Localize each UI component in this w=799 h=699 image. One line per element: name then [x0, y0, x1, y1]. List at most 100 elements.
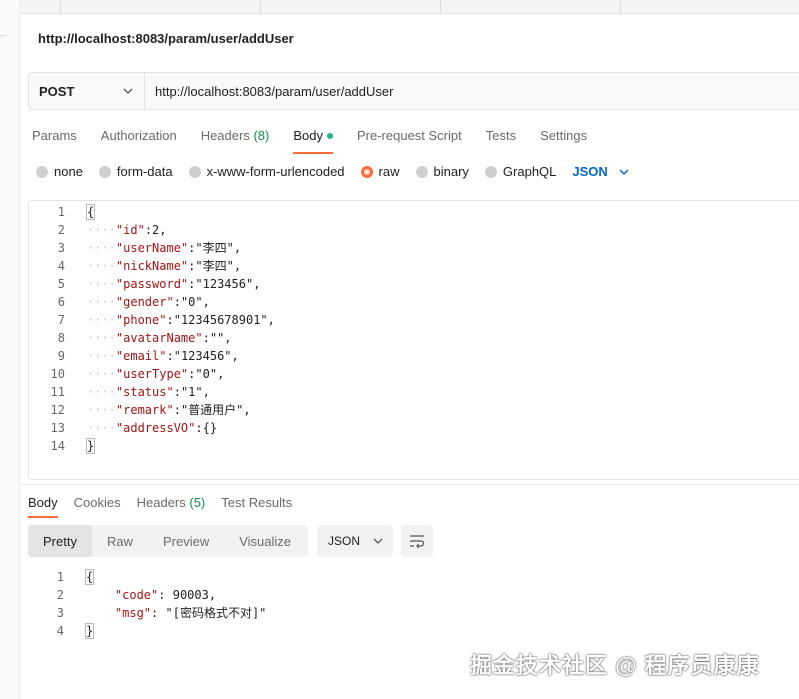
radio-raw[interactable]: raw: [360, 164, 400, 179]
sidebar-gutter: ∙∙: [0, 0, 20, 699]
radio-form-data[interactable]: form-data: [98, 164, 173, 179]
view-preview[interactable]: Preview: [148, 525, 224, 557]
radio-label: none: [54, 164, 83, 179]
radio-icon: [36, 165, 48, 178]
more-icon[interactable]: ∙∙: [0, 30, 7, 40]
radio-icon: [98, 165, 111, 178]
chevron-down-icon: [123, 88, 133, 94]
line-number: 5: [57, 277, 65, 291]
code-text: }: [85, 438, 96, 454]
tab-authorization[interactable]: Authorization: [101, 128, 177, 154]
url-bar: POST http://localhost:8083/param/user/ad…: [28, 72, 799, 110]
line-number: 10: [50, 367, 65, 381]
code-text: ····"status":"1",: [87, 385, 210, 399]
tab-label: Pre-request Script: [356, 128, 462, 143]
tab-strip: [20, 0, 799, 14]
wrap-lines-button[interactable]: [401, 525, 433, 557]
request-body-editor[interactable]: 1 {2 ····"id":2, 3 ····"userName":"李四", 4 ····…: [28, 200, 799, 480]
view-visualize[interactable]: Visualize: [224, 525, 306, 557]
line-number: 13: [50, 421, 65, 435]
code-text: {: [84, 569, 95, 585]
chevron-down-icon: [373, 538, 383, 544]
radio-binary[interactable]: binary: [415, 164, 469, 179]
radio-label: form-data: [116, 164, 173, 179]
code-text: }: [84, 623, 95, 639]
url-input[interactable]: http://localhost:8083/param/user/addUser: [145, 73, 799, 109]
tab-label: Params: [32, 128, 77, 143]
line-number: 1: [57, 205, 65, 219]
line-number: 7: [57, 313, 65, 327]
code-text: ····"email":"123456",: [87, 349, 239, 363]
radio-graphql[interactable]: GraphQL: [484, 164, 557, 179]
radio-icon: [484, 165, 497, 178]
radio-x-www-form-urlencoded[interactable]: x-www-form-urlencoded: [188, 164, 345, 179]
code-text: ····"userName":"李四",: [87, 241, 242, 255]
code-text: ····"nickName":"李四",: [87, 259, 242, 273]
headers-count: (8): [253, 128, 270, 143]
tab-response-headers[interactable]: Headers (5): [137, 495, 206, 518]
line-number: 3: [57, 241, 65, 255]
line-number: 11: [50, 385, 65, 399]
radio-label: GraphQL: [502, 164, 557, 179]
chevron-down-icon: [619, 169, 629, 175]
radio-none[interactable]: none: [36, 164, 83, 179]
line-number: 14: [50, 439, 65, 453]
tab-label: Test Results: [221, 495, 293, 510]
wrap-lines-icon: [410, 535, 425, 549]
radio-icon: [415, 165, 428, 178]
line-number: 2: [56, 588, 64, 602]
line-number: 4: [57, 259, 65, 273]
watermark: 掘金技术社区 @ 程序员康康: [470, 653, 760, 678]
code-text: ····"userType":"0",: [87, 367, 225, 381]
request-tabs: Params Authorization Headers (8) Body Pr…: [32, 128, 611, 154]
body-type-radio-group: none form-data x-www-form-urlencoded raw…: [36, 164, 630, 179]
tab-label: Settings: [540, 128, 588, 143]
line-number: 12: [50, 403, 65, 417]
view-raw[interactable]: Raw: [92, 525, 148, 557]
tab-label: Body: [28, 495, 58, 510]
radio-icon: [188, 165, 201, 178]
tab-label: Tests: [485, 128, 517, 143]
response-format-select[interactable]: JSON: [317, 525, 393, 557]
radio-label: binary: [433, 164, 469, 179]
radio-selected-icon: [360, 165, 373, 178]
radio-label: x-www-form-urlencoded: [206, 164, 345, 179]
tab-params[interactable]: Params: [32, 128, 77, 154]
code-text: "msg": "[密码格式不对]": [114, 606, 267, 620]
line-number: 4: [56, 624, 64, 638]
tab-body[interactable]: Body: [293, 128, 333, 154]
line-number: 8: [57, 331, 65, 345]
code-text: ····"avatarName":"",: [87, 331, 232, 345]
line-number: 6: [57, 295, 65, 309]
method-select[interactable]: POST: [29, 73, 145, 109]
pane-divider[interactable]: [20, 484, 799, 485]
response-body-viewer[interactable]: 1 {2 "code": 90003, 3 "msg": "[密码格式不对]" 4}: [28, 567, 799, 647]
body-format-select[interactable]: JSON: [572, 164, 629, 179]
tab-headers[interactable]: Headers (8): [201, 128, 270, 154]
tab-pre-request-script[interactable]: Pre-request Script: [357, 128, 462, 154]
tab-tests[interactable]: Tests: [486, 128, 516, 154]
tab-test-results[interactable]: Test Results: [221, 495, 292, 518]
tab-label: Authorization: [100, 128, 177, 143]
code-text: ····"password":"123456",: [87, 277, 261, 291]
tab-label: Cookies: [73, 495, 121, 510]
tab-label: Headers: [200, 128, 250, 143]
line-number: 3: [56, 606, 64, 620]
tab-response-body[interactable]: Body: [28, 495, 58, 518]
code-text: ····"gender":"0",: [87, 295, 210, 309]
view-pretty[interactable]: Pretty: [28, 525, 92, 557]
tab-label: Headers: [136, 495, 186, 510]
tab-label: Body: [293, 128, 323, 143]
line-number: 1: [56, 570, 64, 584]
code-text: ····"id":2,: [87, 223, 167, 237]
green-dot-icon: [326, 132, 333, 139]
code-text: ····"addressVO":{}: [87, 421, 218, 435]
request-title[interactable]: http://localhost:8083/param/user/addUser: [38, 31, 294, 46]
tab-settings[interactable]: Settings: [540, 128, 587, 154]
line-number: 2: [57, 223, 65, 237]
body-format-label: JSON: [572, 164, 608, 179]
code-text: ····"remark":"普通用户",: [87, 403, 251, 417]
tab-cookies[interactable]: Cookies: [74, 495, 121, 518]
headers-count: (5): [189, 495, 206, 510]
code-text: {: [85, 204, 96, 220]
